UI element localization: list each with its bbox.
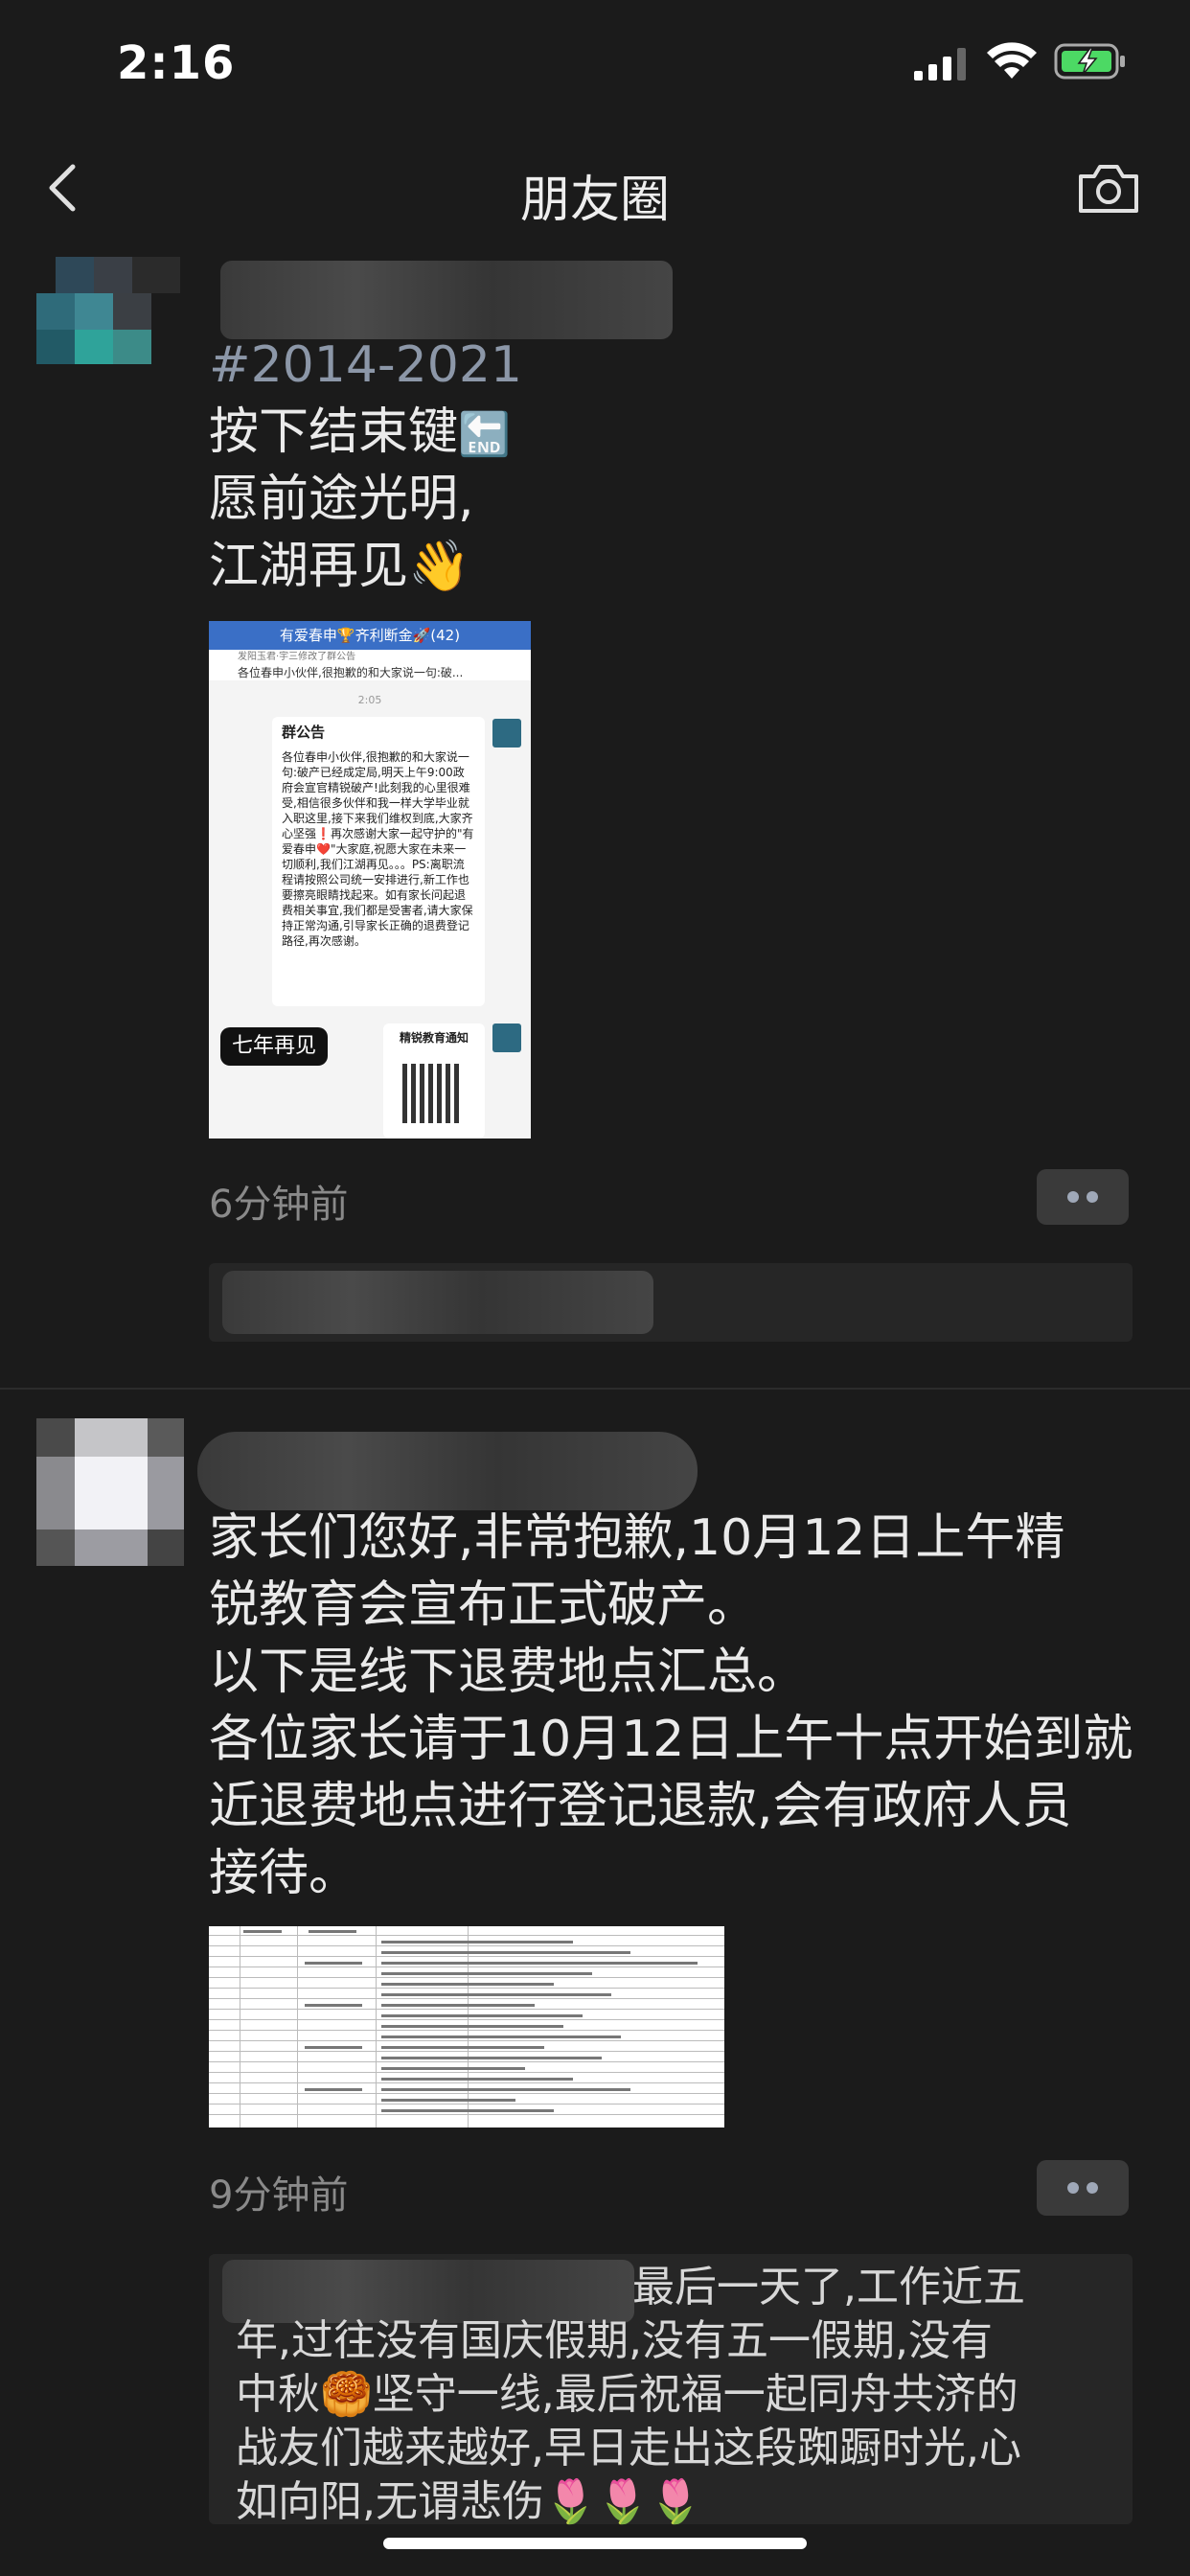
notice-by: 发阳玉君·宇三修改了群公告 — [238, 652, 356, 662]
chat-timestamp: 2:05 — [357, 694, 382, 706]
comment-line: 年,过往没有国庆假期,没有五一假期,没有 — [236, 2316, 993, 2365]
divider — [0, 1388, 1190, 1390]
post-text-line: 按下结束键🔚 — [209, 399, 511, 469]
post-image[interactable]: 有爱春申🏆齐利断金🚀(42) 发阳玉君·宇三修改了群公告 各位春申小伙伴,很抱歉… — [209, 621, 531, 1138]
waving-hand-emoji: 👋 — [408, 538, 470, 595]
post-text-line: 以下是线下退费地点汇总。 — [209, 1644, 808, 1701]
avatar[interactable] — [36, 1418, 184, 1566]
avatar[interactable] — [36, 257, 180, 364]
post-image-table[interactable] — [209, 1926, 724, 2128]
post-text-line: 接待。 — [209, 1845, 359, 1902]
post-text-line: 锐教育会宣布正式破产。 — [209, 1576, 758, 1634]
notice-bubble: 群公告 各位春申小伙伴,很抱歉的和大家说一句:破产已经成定局,明天上午9:00政… — [272, 717, 485, 1006]
comment-box: 最后一天了,工作近五 年,过往没有国庆假期,没有五一假期,没有 中秋🥮坚守一线,… — [209, 2254, 1133, 2526]
bubble-body: 各位春申小伙伴,很抱歉的和大家说一句:破产已经成定局,明天上午9:00政府会宣官… — [282, 750, 474, 948]
comment-box — [209, 1263, 1133, 1342]
post-time: 6分钟前 — [209, 1183, 349, 1227]
post-text-line: 江湖再见👋 — [209, 533, 470, 600]
cellular-signal-icon — [914, 48, 966, 80]
post-text-line: 家长们您好,非常抱歉,10月12日上午精 — [209, 1509, 1065, 1567]
post-text: 江湖再见 — [209, 538, 409, 595]
page-title: 朋友圈 — [519, 172, 670, 229]
comment-line: 最后一天了,工作近五 — [632, 2263, 1025, 2312]
status-time: 2:16 — [117, 36, 236, 90]
poster-name[interactable] — [220, 261, 673, 339]
chat-header: 有爱春申🏆齐利断金🚀(42) — [209, 621, 531, 650]
post-text-line: 近退费地点进行登记退款,会有政府人员 — [209, 1778, 1072, 1835]
qr-code-icon — [402, 1064, 462, 1123]
group-notice-strip: 发阳玉君·宇三修改了群公告 各位春申小伙伴,很抱歉的和大家说一句:破... — [209, 650, 531, 680]
post-text-line: 各位家长请于10月12日上午十点开始到就 — [209, 1711, 1133, 1768]
battery-charging-icon — [1054, 43, 1125, 80]
post-hashtag[interactable]: #2014-2021 — [209, 332, 522, 399]
more-actions-button[interactable] — [1037, 1169, 1129, 1225]
end-emoji: 🔚 — [458, 410, 511, 459]
qr-title: 精锐教育通知 — [399, 1031, 469, 1045]
qr-bubble: 精锐教育通知 — [383, 1024, 485, 1138]
more-actions-button[interactable] — [1037, 2160, 1129, 2216]
home-indicator[interactable] — [383, 2538, 807, 2549]
comment-line: 中秋🥮坚守一线,最后祝福一起同舟共济的 — [236, 2370, 1018, 2419]
notice-preview: 各位春申小伙伴,很抱歉的和大家说一句:破... — [238, 666, 464, 679]
comment-blurred — [222, 1271, 653, 1334]
comment-line: 战友们越来越好,早日走出这段踟蹰时光,心 — [236, 2424, 1021, 2472]
sender-avatar — [492, 719, 521, 748]
camera-button[interactable] — [1077, 161, 1140, 215]
comment-line: 如向阳,无谓悲伤🌷🌷🌷 — [236, 2477, 702, 2526]
poster-name[interactable] — [197, 1432, 698, 1510]
image-tag: 七年再见 — [220, 1027, 329, 1066]
bubble-title: 群公告 — [282, 724, 326, 741]
post-time: 9分钟前 — [209, 2174, 349, 2218]
sender-avatar — [492, 1024, 521, 1052]
post-text: 按下结束键 — [209, 403, 459, 461]
wifi-icon — [987, 42, 1037, 79]
post-text-line: 愿前途光明, — [209, 471, 474, 528]
